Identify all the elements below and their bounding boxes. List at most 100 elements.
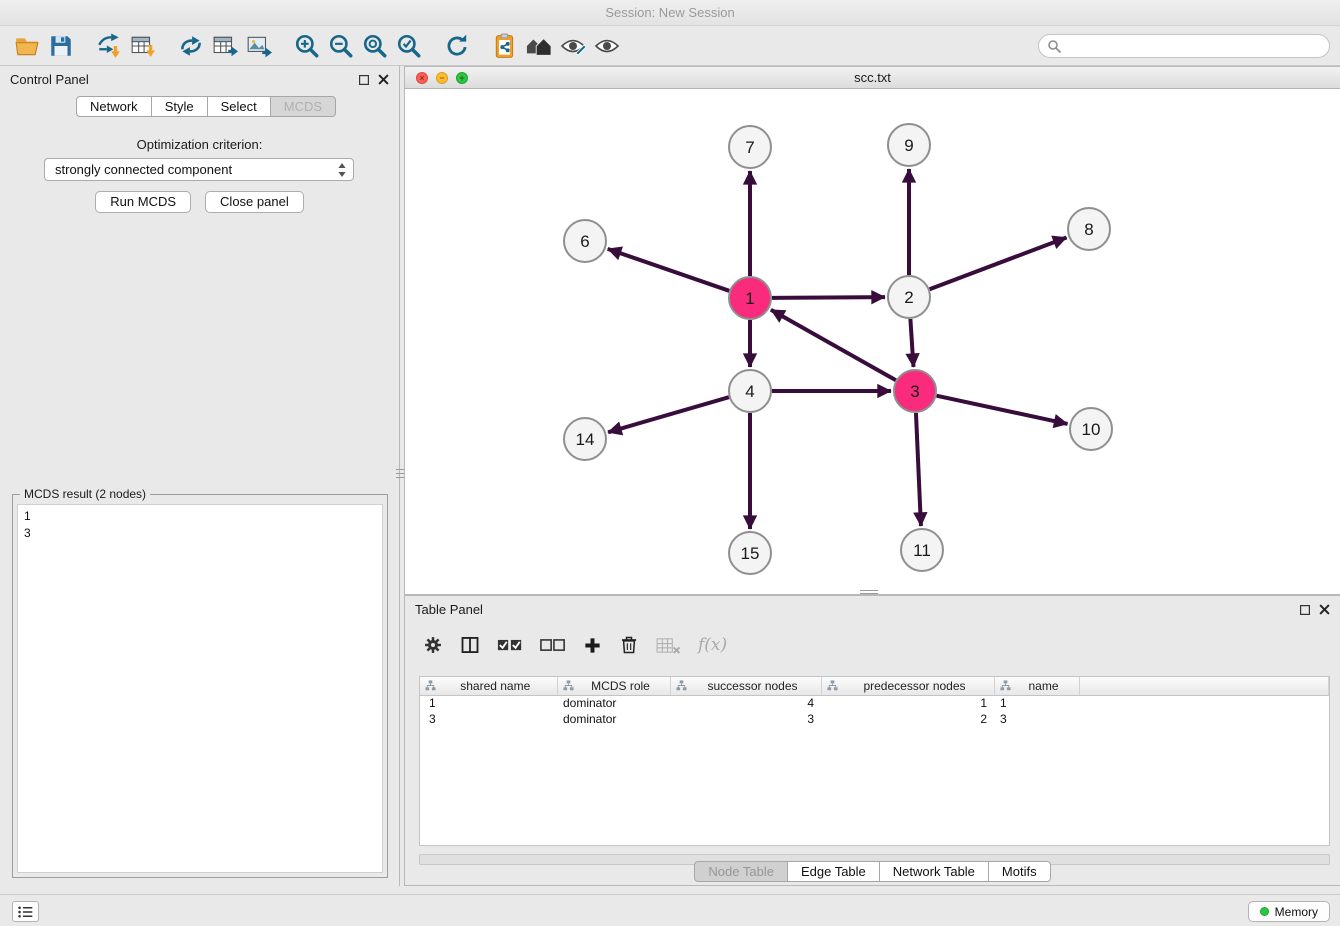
table-cell[interactable]: 2 [821, 711, 994, 727]
table-row[interactable]: 3dominator323 [420, 711, 1329, 727]
column-type-icon [827, 680, 838, 691]
control-panel-header: Control Panel [0, 66, 399, 93]
control-panel-tabs: Network Style Select MCDS [76, 96, 399, 117]
select-all-icon[interactable] [497, 636, 523, 655]
column-type-icon [676, 680, 687, 691]
horizontal-splitter-handle[interactable] [860, 588, 878, 595]
import-table-icon[interactable] [126, 30, 160, 62]
save-session-icon[interactable] [44, 30, 78, 62]
graph-edge-3-10[interactable] [937, 396, 1068, 424]
window-titlebar: Session: New Session [0, 0, 1340, 26]
close-panel-icon[interactable] [1319, 604, 1330, 615]
optimization-criterion-label: Optimization criterion: [0, 137, 399, 152]
graph-node-label-14: 14 [576, 430, 595, 449]
table-panel: Table Panel f(x) [404, 595, 1340, 886]
graph-edge-4-14[interactable] [608, 397, 729, 432]
search-input[interactable] [1066, 39, 1321, 53]
graph-edge-2-3[interactable] [910, 319, 913, 367]
float-panel-icon[interactable] [359, 75, 369, 85]
vertical-splitter-handle[interactable] [396, 462, 404, 484]
column-header-predecessor-nodes[interactable]: predecessor nodes [821, 677, 994, 695]
graph-node-label-1: 1 [745, 289, 754, 308]
column-header-mcds-role[interactable]: MCDS role [557, 677, 670, 695]
table-panel-header: Table Panel [405, 596, 1340, 623]
table-cell[interactable]: dominator [557, 695, 670, 711]
table-cell-filler [1079, 711, 1329, 727]
mcds-result-title: MCDS result (2 nodes) [20, 487, 150, 501]
graph-edge-3-1[interactable] [771, 310, 896, 380]
zoom-fit-icon[interactable] [358, 30, 392, 62]
close-panel-icon[interactable] [378, 74, 389, 85]
column-header-filler [1079, 677, 1329, 695]
table-cell[interactable]: 4 [670, 695, 821, 711]
table-cell[interactable]: 3 [994, 711, 1079, 727]
table-panel-title: Table Panel [415, 602, 483, 617]
network-window-title: scc.txt [854, 70, 891, 85]
minimize-window-icon[interactable]: − [436, 72, 448, 84]
open-file-icon[interactable] [10, 30, 44, 62]
home-icon[interactable] [522, 30, 556, 62]
tab-network[interactable]: Network [76, 96, 152, 117]
table-cell[interactable]: 3 [420, 711, 557, 727]
window-title: Session: New Session [605, 5, 734, 20]
eye-edit-icon[interactable] [556, 30, 590, 62]
column-header-successor-nodes[interactable]: successor nodes [670, 677, 821, 695]
control-panel: Control Panel Network Style Select MCDS … [0, 66, 400, 886]
maximize-window-icon[interactable]: + [456, 72, 468, 84]
curved-arrows-icon[interactable] [174, 30, 208, 62]
function-icon: f(x) [698, 635, 727, 655]
import-network-icon[interactable] [92, 30, 126, 62]
deselect-all-icon[interactable] [540, 636, 566, 655]
table-cell[interactable]: 3 [670, 711, 821, 727]
table-cell[interactable]: 1 [821, 695, 994, 711]
tab-mcds[interactable]: MCDS [271, 96, 336, 117]
table-cell[interactable]: 1 [420, 695, 557, 711]
optimization-criterion-select[interactable]: strongly connected component [44, 158, 354, 181]
delete-table-icon [656, 636, 681, 655]
column-type-icon [1000, 680, 1011, 691]
refresh-icon[interactable] [440, 30, 474, 62]
table-cell[interactable]: dominator [557, 711, 670, 727]
search-icon [1047, 39, 1061, 53]
export-image-icon[interactable] [242, 30, 276, 62]
export-table-icon[interactable] [208, 30, 242, 62]
graph-edge-3-11[interactable] [916, 413, 921, 526]
graph-edge-2-8[interactable] [930, 237, 1067, 289]
tab-network-table[interactable]: Network Table [880, 861, 989, 882]
delete-icon[interactable] [619, 635, 639, 655]
add-icon[interactable] [583, 636, 602, 655]
graph-edge-1-6[interactable] [608, 249, 730, 291]
float-panel-icon[interactable] [1300, 605, 1310, 615]
tab-style[interactable]: Style [152, 96, 208, 117]
paste-clipboard-icon[interactable] [488, 30, 522, 62]
tab-select[interactable]: Select [208, 96, 271, 117]
tab-node-table[interactable]: Node Table [694, 861, 788, 882]
memory-button[interactable]: Memory [1248, 901, 1330, 922]
graph-node-label-15: 15 [741, 544, 760, 563]
network-view-window: × − + scc.txt 7968124314101511 [404, 66, 1340, 595]
mcds-result-text[interactable]: 1 3 [17, 504, 383, 873]
column-type-icon [425, 680, 436, 691]
selected-criterion: strongly connected component [55, 162, 337, 177]
task-history-button[interactable] [12, 901, 39, 922]
graph-node-label-8: 8 [1084, 220, 1093, 239]
gear-icon[interactable] [423, 635, 443, 655]
close-window-icon[interactable]: × [416, 72, 428, 84]
graph-edge-1-2[interactable] [772, 297, 885, 298]
close-panel-button[interactable]: Close panel [205, 191, 304, 213]
column-header-name[interactable]: name [994, 677, 1079, 695]
column-header-shared-name[interactable]: shared name [420, 677, 557, 695]
zoom-out-icon[interactable] [324, 30, 358, 62]
network-canvas[interactable]: 7968124314101511 [405, 89, 1339, 594]
tab-edge-table[interactable]: Edge Table [788, 861, 880, 882]
mcds-result-group: MCDS result (2 nodes) 1 3 [12, 494, 388, 878]
run-mcds-button[interactable]: Run MCDS [95, 191, 191, 213]
eye-icon[interactable] [590, 30, 624, 62]
search-box[interactable] [1038, 34, 1330, 58]
table-row[interactable]: 1dominator411 [420, 695, 1329, 711]
columns-icon[interactable] [460, 635, 480, 655]
tab-motifs[interactable]: Motifs [989, 861, 1051, 882]
zoom-in-icon[interactable] [290, 30, 324, 62]
table-cell[interactable]: 1 [994, 695, 1079, 711]
zoom-selected-icon[interactable] [392, 30, 426, 62]
